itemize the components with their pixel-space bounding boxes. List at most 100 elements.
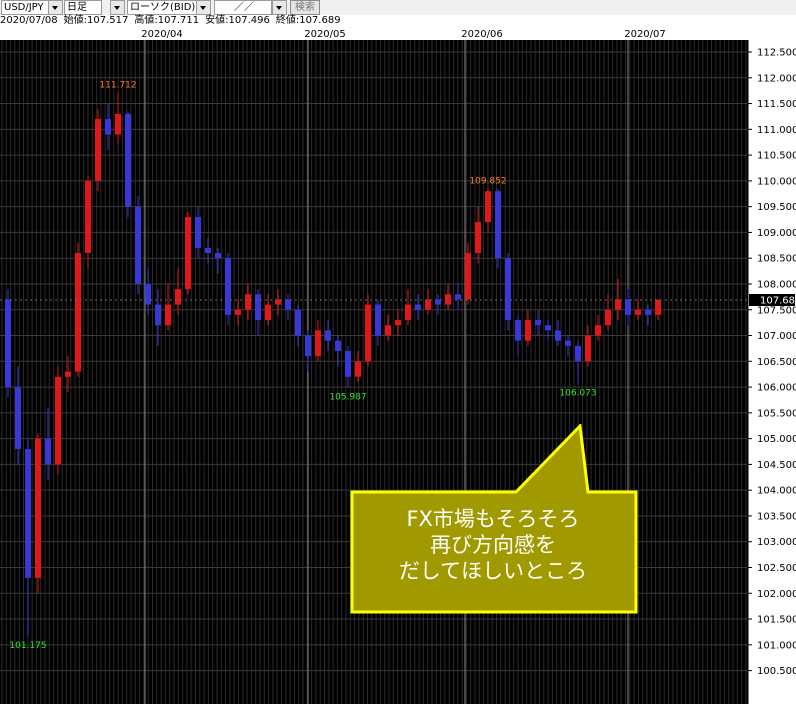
candle-body bbox=[565, 340, 571, 346]
y-tick-label: 111.000 bbox=[757, 125, 796, 136]
info-close: 終値:107.689 bbox=[275, 15, 341, 26]
candle-body bbox=[605, 309, 611, 326]
candle-body bbox=[405, 304, 411, 321]
candle-body bbox=[265, 304, 271, 321]
pair-select[interactable]: USD/JPY bbox=[1, 0, 49, 15]
candle-body bbox=[215, 253, 221, 259]
y-tick-label: 101.500 bbox=[757, 615, 796, 626]
y-tick-label: 101.000 bbox=[757, 640, 796, 651]
candle-body bbox=[545, 325, 551, 331]
y-tick-label: 111.500 bbox=[757, 99, 796, 110]
high-annotation: 111.712 bbox=[99, 81, 136, 91]
candle-body bbox=[255, 294, 261, 321]
x-tick-label: 2020/06 bbox=[461, 29, 503, 40]
date-input[interactable]: ／／ bbox=[214, 0, 272, 15]
low-annotation: 101.175 bbox=[9, 641, 46, 651]
candle-body bbox=[625, 299, 631, 315]
candle-body bbox=[15, 387, 21, 449]
candle-body bbox=[455, 294, 461, 300]
candle-body bbox=[595, 325, 601, 336]
y-tick-label: 105.000 bbox=[757, 434, 796, 445]
candle-body bbox=[525, 320, 531, 341]
y-tick-label: 110.500 bbox=[757, 151, 796, 162]
y-tick-label: 106.000 bbox=[757, 383, 796, 394]
y-tick-label: 103.000 bbox=[757, 537, 796, 548]
y-tick-label: 109.500 bbox=[757, 202, 796, 213]
info-low: 安値:107.496 bbox=[205, 15, 270, 26]
date-dropdown-icon[interactable] bbox=[272, 0, 287, 15]
candle-body bbox=[5, 299, 11, 388]
y-tick-label: 102.000 bbox=[757, 589, 796, 600]
y-tick-label: 106.500 bbox=[757, 357, 796, 368]
candle-body bbox=[425, 299, 431, 310]
candle-body bbox=[185, 216, 191, 290]
candle-body bbox=[225, 258, 231, 315]
candle-body bbox=[495, 191, 501, 259]
candle-body bbox=[355, 361, 361, 377]
info-open: 始値:107.517 bbox=[63, 15, 129, 26]
candle-body bbox=[305, 335, 311, 357]
candle-body bbox=[145, 283, 151, 305]
callout-text: FX市場もそろそろ 再び方向感を だしてほしいところ bbox=[354, 506, 632, 584]
candle-body bbox=[505, 258, 511, 321]
candle-body bbox=[105, 119, 111, 135]
y-tick-label: 103.500 bbox=[757, 511, 796, 522]
y-tick-label: 107.500 bbox=[757, 305, 796, 316]
callout-line-2: 再び方向感を bbox=[430, 533, 556, 557]
candle-body bbox=[575, 345, 581, 362]
candle-body bbox=[95, 119, 101, 181]
candle-body bbox=[235, 309, 241, 315]
candle-body bbox=[285, 299, 291, 310]
candle-body bbox=[485, 191, 491, 223]
y-tick-label: 105.500 bbox=[757, 408, 796, 419]
callout-line-3: だしてほしいところ bbox=[398, 559, 588, 583]
candle-body bbox=[635, 309, 641, 315]
candle-body bbox=[585, 335, 591, 362]
candle-body bbox=[155, 304, 161, 326]
search-button[interactable]: 検索 bbox=[290, 0, 320, 15]
candle-body bbox=[45, 438, 51, 465]
candlestick-chart: 2020/04 2020/05 2020/06 2020/07 100.500 101.0… bbox=[0, 27, 796, 704]
candle-body bbox=[115, 113, 121, 135]
candle-body bbox=[175, 289, 181, 305]
candle-body bbox=[135, 206, 141, 284]
y-tick-label: 104.500 bbox=[757, 460, 796, 471]
candle-body bbox=[645, 309, 651, 315]
candle-body bbox=[345, 350, 351, 377]
y-tick-label: 109.000 bbox=[757, 228, 796, 239]
info-date: 2020/07/08 bbox=[0, 15, 58, 26]
candle-body bbox=[445, 294, 451, 305]
timeframe-select[interactable]: 日足 bbox=[64, 0, 102, 15]
x-tick-label: 2020/04 bbox=[141, 29, 183, 40]
y-tick-label: 107.000 bbox=[757, 331, 796, 342]
x-tick-label: 2020/07 bbox=[624, 29, 666, 40]
candle-body bbox=[465, 253, 471, 300]
y-tick-label: 104.000 bbox=[757, 486, 796, 497]
candle-body bbox=[25, 448, 31, 578]
y-tick-label: 102.500 bbox=[757, 563, 796, 574]
candle-body bbox=[655, 300, 661, 315]
y-tick-label: 100.500 bbox=[757, 666, 796, 677]
y-tick-label: 112.500 bbox=[757, 48, 796, 59]
candle-body bbox=[315, 330, 321, 357]
chart-style-dropdown-icon[interactable] bbox=[196, 0, 211, 15]
candle-body bbox=[375, 304, 381, 336]
plot-area bbox=[0, 40, 748, 704]
y-tick-label: 108.500 bbox=[757, 254, 796, 265]
candle-body bbox=[35, 438, 41, 578]
candle-body bbox=[415, 304, 421, 310]
y-tick-label: 108.000 bbox=[757, 279, 796, 290]
price-info-bar: 2020/07/08 始値:107.517 高値:107.711 安値:107.496… bbox=[0, 15, 796, 27]
y-tick-label: 110.000 bbox=[757, 176, 796, 187]
candle-body bbox=[335, 340, 341, 351]
candle-body bbox=[165, 304, 171, 326]
candle-body bbox=[325, 330, 331, 341]
high-annotation: 109.852 bbox=[469, 177, 506, 187]
pair-dropdown-icon[interactable] bbox=[48, 0, 63, 15]
candle-body bbox=[385, 325, 391, 336]
x-tick-label: 2020/05 bbox=[304, 29, 346, 40]
chart-style-select[interactable]: ローソク(BID) bbox=[127, 0, 197, 15]
timeframe-dropdown-icon[interactable] bbox=[110, 0, 125, 15]
candle-body bbox=[295, 309, 301, 336]
candle-body bbox=[395, 320, 401, 326]
